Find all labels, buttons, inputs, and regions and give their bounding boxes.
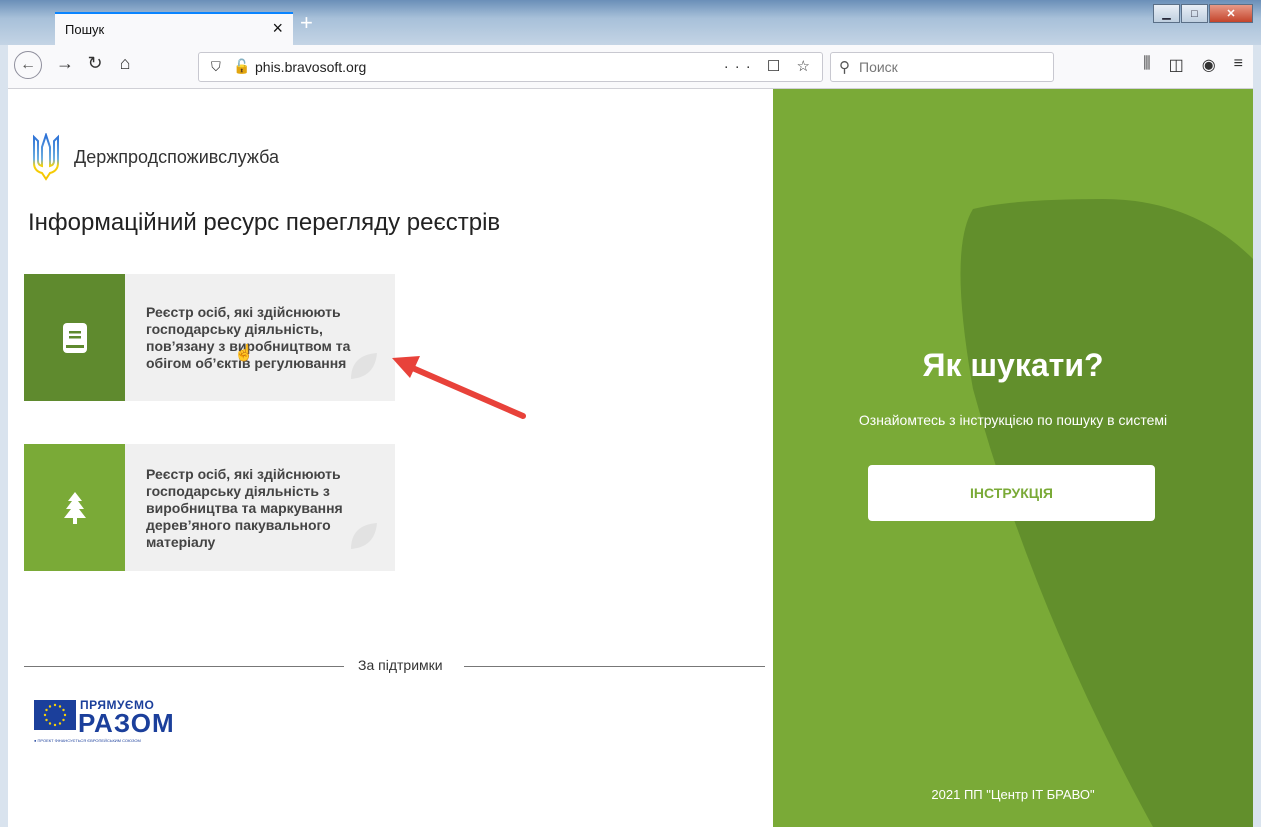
sidebar-icon[interactable]: ◫ — [1169, 55, 1184, 75]
registry-card-production[interactable]: Реєстр осіб, які здійснюють господарську… — [24, 274, 395, 401]
eu-flag-icon — [34, 700, 76, 730]
home-button[interactable]: ⌂ — [112, 53, 138, 74]
tab-title: Пошук — [65, 22, 105, 37]
sponsor-footnote: ● ПРОЕКТ ФІНАНСУЄТЬСЯ ЄВРОПЕЙСЬКИМ СОЮЗО… — [34, 738, 141, 743]
annotation-arrow-icon — [392, 356, 526, 419]
help-description: Ознайомтесь з інструкцією по пошуку в си… — [858, 412, 1168, 428]
leaf-decoration-icon — [351, 353, 377, 379]
divider-line — [24, 666, 344, 667]
tab-close-icon[interactable]: × — [272, 18, 283, 39]
divider-line — [464, 666, 765, 667]
navigation-toolbar: ← → ↻ ⌂ ⛉ 🔓 phis.bravosoft.org ··· ☐ ☆ ⚲… — [8, 45, 1253, 89]
sponsor-line2: РАЗОМ — [78, 708, 175, 738]
url-text[interactable]: phis.bravosoft.org — [255, 59, 366, 75]
background-shape — [960, 199, 1253, 827]
card-icon-box — [24, 444, 125, 571]
library-icon[interactable]: ⫼ — [1143, 55, 1150, 75]
url-bar[interactable]: ⛉ 🔓 phis.bravosoft.org ··· ☐ ☆ — [198, 52, 823, 82]
support-label: За підтримки — [358, 657, 443, 673]
org-name: Держпродспоживслужба — [74, 146, 279, 167]
search-icon: ⚲ — [839, 59, 850, 76]
minimize-button[interactable]: ▁ — [1153, 4, 1180, 23]
help-panel: Як шукати? Ознайомтесь з інструкцією по … — [773, 89, 1253, 827]
browser-tab[interactable]: Пошук × — [55, 12, 293, 45]
leaf-decoration-icon — [351, 523, 377, 549]
page-title: Інформаційний ресурс перегляду реєстрів — [28, 209, 501, 236]
search-box[interactable]: ⚲ Поиск — [830, 52, 1054, 82]
card-icon-box — [24, 274, 125, 401]
new-tab-button[interactable]: + — [300, 12, 313, 34]
sponsor-logo: ПРЯМУЄМО РАЗОМ ● ПРОЕКТ ФІНАНСУЄТЬСЯ ЄВР… — [34, 694, 194, 754]
title-bar: Пошук × + ▁ □ ✕ — [0, 0, 1261, 45]
menu-icon[interactable]: ≡ — [1234, 55, 1243, 75]
window-controls: ▁ □ ✕ — [1152, 4, 1253, 23]
card-text: Реєстр осіб, які здійснюють господарську… — [146, 466, 343, 550]
close-window-button[interactable]: ✕ — [1209, 4, 1253, 23]
tree-icon — [63, 491, 86, 524]
card-text: Реєстр осіб, які здійснюють господарську… — [146, 304, 351, 371]
forward-button[interactable]: → — [52, 53, 78, 74]
toolbar-icons: ⫼ ◫ ◉ ≡ — [1143, 55, 1243, 75]
account-icon[interactable]: ◉ — [1202, 55, 1216, 75]
copyright: 2021 ПП "Центр IT БРАВО" — [931, 787, 1095, 802]
back-button[interactable]: ← — [14, 51, 42, 79]
trident-icon — [33, 133, 59, 181]
reload-button[interactable]: ↻ — [82, 53, 108, 74]
url-actions[interactable]: ··· ☐ ☆ — [724, 57, 816, 75]
brand: Держпродспоживслужба — [32, 133, 279, 181]
instruction-button[interactable]: ІНСТРУКЦІЯ — [868, 465, 1155, 521]
registry-card-wood-packaging[interactable]: Реєстр осіб, які здійснюють господарську… — [24, 444, 395, 571]
shield-icon[interactable]: ⛉ — [211, 59, 221, 75]
page-content: Держпродспоживслужба Інформаційний ресур… — [8, 89, 1253, 827]
hand-cursor-icon: ☝ — [234, 345, 254, 362]
support-divider: За підтримки — [24, 656, 765, 676]
help-title: Як шукати? — [922, 347, 1104, 383]
main-panel: Держпродспоживслужба Інформаційний ресур… — [8, 89, 773, 827]
browser-window: Пошук × + ▁ □ ✕ ← → ↻ ⌂ ⛉ 🔓 phis.bravoso… — [0, 0, 1261, 827]
book-icon — [62, 322, 87, 353]
maximize-button[interactable]: □ — [1181, 4, 1208, 23]
search-placeholder: Поиск — [859, 59, 898, 75]
insecure-lock-icon[interactable]: 🔓 — [233, 58, 250, 75]
